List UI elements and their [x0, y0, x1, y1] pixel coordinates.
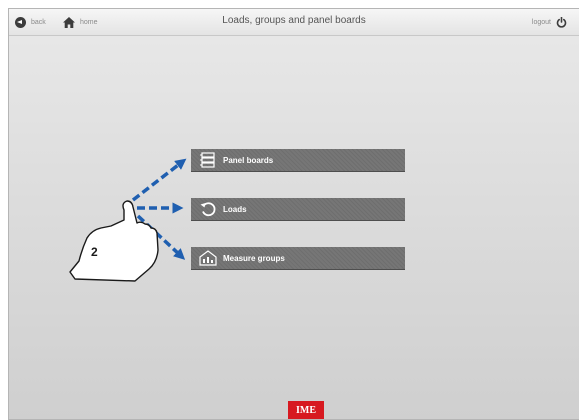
measure-groups-button[interactable]: Measure groups [191, 247, 405, 270]
loads-button[interactable]: Loads [191, 198, 405, 221]
app-window: back home Loads, groups and panel boards… [8, 8, 579, 420]
measure-groups-icon [198, 249, 218, 267]
step-number: 2 [91, 245, 98, 259]
loads-label: Loads [223, 204, 247, 214]
logout-button[interactable]: logout [532, 14, 567, 30]
top-bar: back home Loads, groups and panel boards… [9, 9, 579, 36]
page-title: Loads, groups and panel boards [222, 15, 366, 26]
panel-boards-button[interactable]: Panel boards [191, 149, 405, 172]
ime-logo: IME [288, 401, 324, 419]
loads-icon [198, 200, 218, 218]
power-icon [556, 16, 567, 28]
panel-boards-icon [198, 151, 218, 169]
logout-label: logout [531, 18, 551, 26]
measure-groups-label: Measure groups [223, 253, 285, 263]
panel-boards-label: Panel boards [223, 155, 274, 165]
